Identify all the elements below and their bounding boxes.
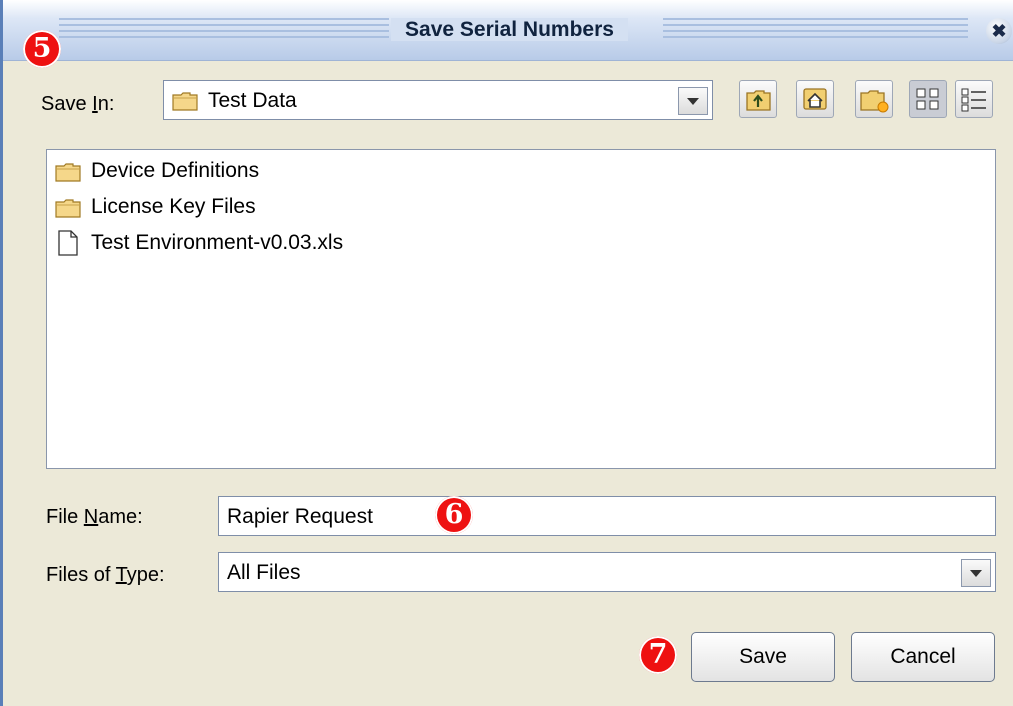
files-of-type-label: Files of Type: (46, 564, 165, 586)
file-name-text: Device Definitions (91, 159, 260, 182)
details-view-icon (961, 88, 986, 112)
file-list[interactable]: Device Definitions License Key Files Tes… (46, 149, 996, 469)
files-of-type-dropdown[interactable]: All Files (218, 552, 996, 592)
list-item[interactable]: Device Definitions (53, 156, 453, 186)
home-button[interactable] (796, 80, 834, 118)
new-folder-icon (860, 90, 889, 113)
save-in-label: Save In: (41, 93, 115, 115)
folder-icon (55, 163, 81, 182)
close-button[interactable]: ✖ (986, 18, 1012, 44)
details-view-button[interactable] (955, 80, 993, 118)
callout-7: 7 (639, 636, 677, 674)
callout-6: 6 (435, 496, 473, 534)
folder-icon (55, 199, 81, 218)
chevron-down-icon[interactable] (961, 559, 991, 587)
file-name-input[interactable]: Rapier Request (218, 496, 996, 536)
chevron-down-icon[interactable] (678, 87, 708, 115)
save-button[interactable]: Save (691, 632, 835, 682)
file-name-text: License Key Files (91, 195, 256, 218)
dialog-title: Save Serial Numbers (3, 18, 1013, 42)
file-name-text: Test Environment-v0.03.xls (91, 231, 344, 254)
new-folder-button[interactable] (855, 80, 893, 118)
save-dialog: Save Serial Numbers ✖ 5 Save In: Test Da… (0, 0, 1013, 706)
files-of-type-value: All Files (227, 561, 301, 584)
up-one-level-button[interactable] (739, 80, 777, 118)
folder-icon (172, 92, 198, 111)
save-in-value: Test Data (208, 89, 297, 112)
file-name-label: File Name: (46, 506, 143, 528)
list-view-icon (916, 88, 939, 110)
close-icon: ✖ (991, 21, 1007, 41)
list-item[interactable]: Test Environment-v0.03.xls (53, 228, 453, 258)
title-bar[interactable]: Save Serial Numbers ✖ (3, 0, 1013, 61)
file-name-value: Rapier Request (227, 505, 373, 528)
callout-5: 5 (23, 30, 61, 68)
list-view-button[interactable] (909, 80, 947, 118)
home-icon (803, 88, 827, 110)
document-icon (58, 230, 78, 256)
up-folder-icon (746, 90, 771, 111)
save-in-dropdown[interactable]: Test Data (163, 80, 713, 120)
list-item[interactable]: License Key Files (53, 192, 453, 222)
cancel-button[interactable]: Cancel (851, 632, 995, 682)
